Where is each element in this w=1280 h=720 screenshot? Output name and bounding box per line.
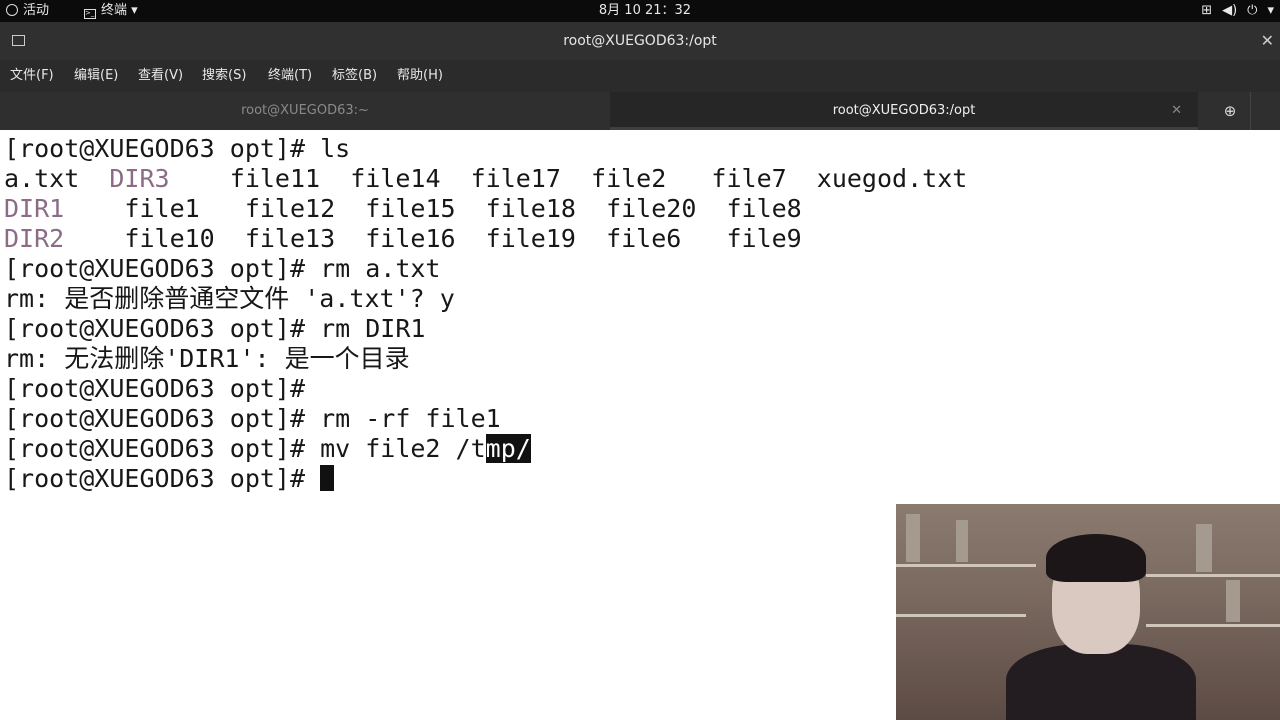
text-cursor xyxy=(320,465,335,491)
shelf xyxy=(896,614,1026,617)
book xyxy=(906,514,920,562)
terminal-line: DIR2 file10 file13 file16 file19 file6 f… xyxy=(4,224,802,254)
terminal-line: rm: 无法删除'DIR1': 是一个目录 xyxy=(4,344,410,373)
book xyxy=(1226,580,1240,622)
dir-entry: DIR1 xyxy=(4,194,65,223)
menu-file[interactable]: 文件(F) xyxy=(10,60,54,92)
terminal-line: [root@XUEGOD63 opt]# ls xyxy=(4,134,351,163)
tab-opt[interactable]: root@XUEGOD63:/opt ✕ xyxy=(610,92,1198,130)
book xyxy=(956,520,968,562)
menu-help[interactable]: 帮助(H) xyxy=(397,60,443,92)
file-entry: a.txt xyxy=(4,164,110,193)
clock[interactable]: 8月 10 21：32 xyxy=(0,0,1280,22)
presenter-body xyxy=(1006,644,1196,720)
presenter-hair xyxy=(1046,534,1146,582)
file-entry: file11 file14 file17 file2 file7 xuegod.… xyxy=(169,164,968,193)
file-entry: file1 file12 file15 file18 file20 file8 xyxy=(64,194,802,223)
terminal-prompt-line[interactable]: [root@XUEGOD63 opt]# xyxy=(4,464,335,494)
dir-entry: DIR3 xyxy=(109,164,170,193)
tab-bar: root@XUEGOD63:~ root@XUEGOD63:/opt ✕ ⊕ xyxy=(0,92,1280,130)
menu-bar: 文件(F) 编辑(E) 查看(V) 搜索(S) 终端(T) 标签(B) 帮助(H… xyxy=(0,60,1280,92)
volume-icon: ◀) xyxy=(1222,3,1238,18)
selected-text: mp/ xyxy=(485,434,531,463)
prompt-text: [root@XUEGOD63 opt]# xyxy=(4,464,321,493)
shelf xyxy=(896,564,1036,567)
power-icon: ⏻ xyxy=(1247,3,1258,18)
tab-home[interactable]: root@XUEGOD63:~ xyxy=(0,92,610,130)
menu-edit[interactable]: 编辑(E) xyxy=(74,60,118,92)
shelf xyxy=(1146,574,1280,577)
system-top-bar: 活动 >_ 终端 ▾ 8月 10 21：32 ⊞ ◀) ⏻ ▾ xyxy=(0,0,1280,22)
terminal-line: DIR1 file1 file12 file15 file18 file20 f… xyxy=(4,194,802,224)
network-icon: ⊞ xyxy=(1201,3,1213,18)
terminal-line: [root@XUEGOD63 opt]# mv file2 /tmp/ xyxy=(4,434,531,464)
new-tab-icon[interactable]: ⊕ xyxy=(1210,92,1250,130)
tab-divider xyxy=(1250,92,1280,130)
close-icon[interactable]: ✕ xyxy=(1261,22,1274,60)
terminal-line: a.txt DIR3 file11 file14 file17 file2 fi… xyxy=(4,164,967,194)
chevron-down-icon: ▾ xyxy=(1267,3,1274,18)
terminal-line: [root@XUEGOD63 opt]# xyxy=(4,374,306,403)
terminal-line: [root@XUEGOD63 opt]# rm DIR1 xyxy=(4,314,426,343)
tab-label: root@XUEGOD63:/opt xyxy=(832,103,976,118)
window-title: root@XUEGOD63:/opt xyxy=(563,33,717,49)
menu-terminal[interactable]: 终端(T) xyxy=(268,60,312,92)
webcam-overlay xyxy=(896,504,1280,720)
terminal-line: rm: 是否删除普通空文件 'a.txt'? y xyxy=(4,284,455,313)
menu-view[interactable]: 查看(V) xyxy=(138,60,183,92)
tab-label: root@XUEGOD63:~ xyxy=(241,103,369,118)
terminal-line: [root@XUEGOD63 opt]# rm -rf file1 xyxy=(4,404,501,433)
terminal-line: [root@XUEGOD63 opt]# rm a.txt xyxy=(4,254,441,283)
menu-tabs[interactable]: 标签(B) xyxy=(332,60,377,92)
window-title-bar[interactable]: root@XUEGOD63:/opt ✕ xyxy=(0,22,1280,60)
close-icon[interactable]: ✕ xyxy=(1171,92,1182,130)
file-entry: file10 file13 file16 file19 file6 file9 xyxy=(64,224,802,253)
shelf xyxy=(1146,624,1280,627)
book xyxy=(1196,524,1212,572)
command-text: [root@XUEGOD63 opt]# mv file2 /t xyxy=(4,434,486,463)
system-tray[interactable]: ⊞ ◀) ⏻ ▾ xyxy=(1191,0,1274,22)
menu-search[interactable]: 搜索(S) xyxy=(202,60,246,92)
dir-entry: DIR2 xyxy=(4,224,65,253)
